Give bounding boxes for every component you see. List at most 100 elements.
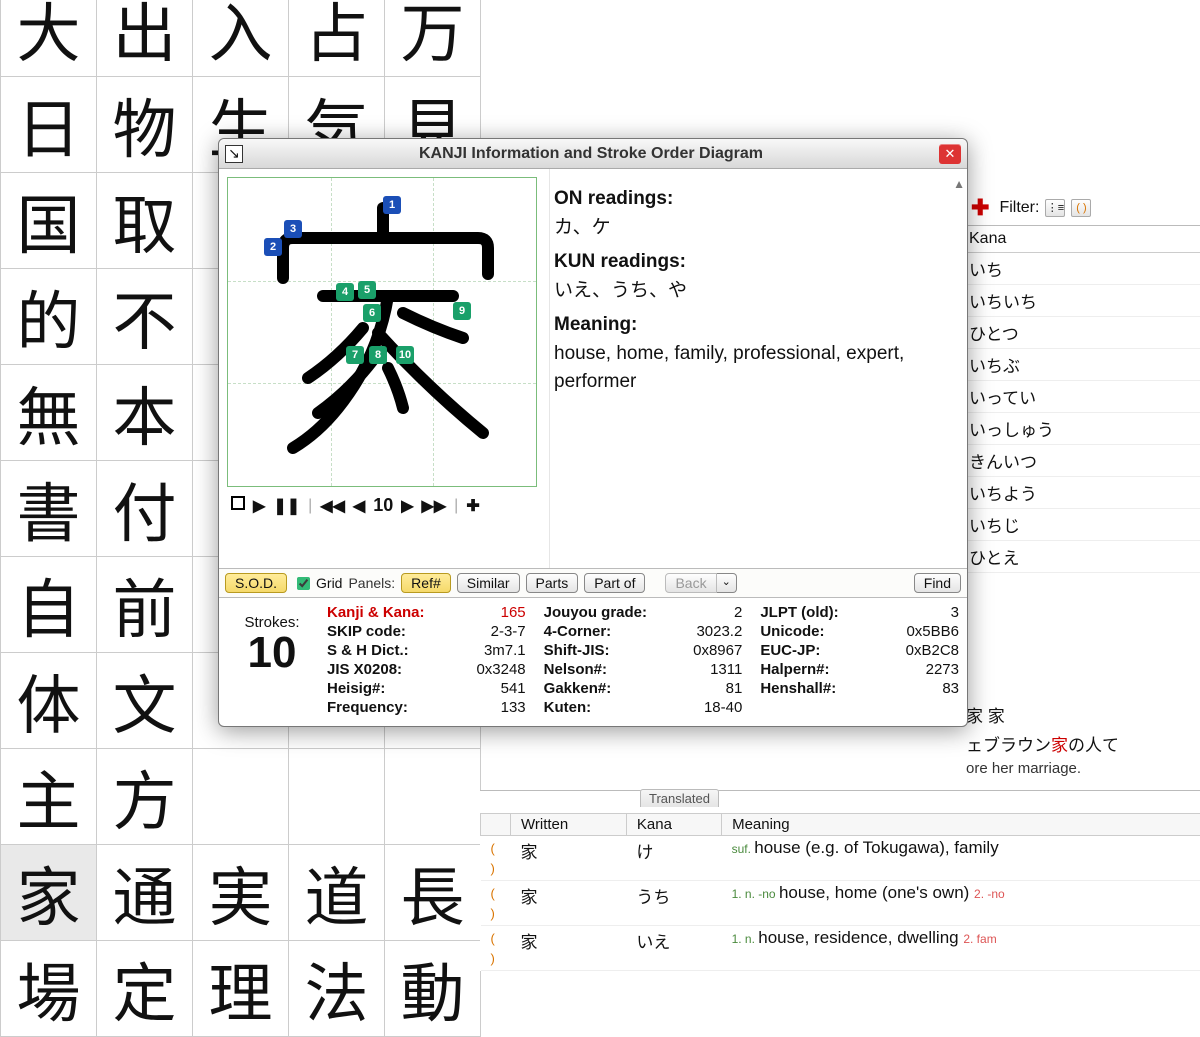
grid-checkbox[interactable]: Grid [293, 574, 342, 593]
kana-list-item[interactable]: いちじ [961, 509, 1200, 541]
kun-readings: いえ、うち、や [554, 277, 957, 306]
filter-toggle-button[interactable]: ( ) [1071, 199, 1091, 217]
stop-button[interactable] [231, 496, 245, 515]
kanji-cell[interactable]: 国 [1, 173, 97, 269]
ffwd-button[interactable]: ▶▶ [422, 496, 447, 516]
tab-translated[interactable]: Translated [640, 789, 719, 807]
next-stroke-button[interactable]: ▶ [401, 496, 413, 516]
kanji-cell[interactable]: 実 [193, 845, 289, 941]
kanji-cell[interactable]: 理 [193, 941, 289, 1037]
add-button[interactable]: ✚ [967, 195, 993, 221]
kanji-cell[interactable]: 方 [97, 749, 193, 845]
kanji-cell[interactable]: 定 [97, 941, 193, 1037]
example-sentence-pre: ェブラウン [966, 736, 1051, 755]
kanji-cell[interactable]: 取 [97, 173, 193, 269]
col-meaning[interactable]: Meaning [722, 814, 1200, 836]
col-kana[interactable]: Kana [626, 814, 721, 836]
cell-meaning: 1. n. -no house, home (one's own) 2. -no [722, 881, 1200, 926]
kana-list-item[interactable]: ひとえ [961, 541, 1200, 573]
kanji-cell[interactable]: 自 [1, 557, 97, 653]
kanji-cell[interactable]: 主 [1, 749, 97, 845]
right-example-pane: 家 家 ェブラウン家の人て ore her marriage. [960, 700, 1200, 779]
kanji-cell[interactable]: 付 [97, 461, 193, 557]
kana-list-item[interactable]: いってい [961, 381, 1200, 413]
kanji-cell[interactable]: 的 [1, 269, 97, 365]
rewind-button[interactable]: ◀◀ [320, 496, 345, 516]
kana-list-item[interactable]: きんいつ [961, 445, 1200, 477]
stroke-number: 2 [264, 238, 282, 256]
stroke-number: 10 [396, 346, 414, 364]
ref-button[interactable]: Ref# [401, 573, 451, 593]
pause-button[interactable]: ❚❚ [273, 496, 300, 516]
kanji-cell[interactable]: 大 [1, 0, 97, 77]
example-translation: ore her marriage. [960, 758, 1200, 779]
stroke-number: 8 [369, 346, 387, 364]
kanji-cell[interactable] [193, 749, 289, 845]
kanji-cell[interactable] [289, 749, 385, 845]
stroke-number: 1 [383, 196, 401, 214]
kanji-cell[interactable]: 日 [1, 77, 97, 173]
kanji-cell[interactable]: 無 [1, 365, 97, 461]
kanji-cell[interactable]: 入 [193, 0, 289, 77]
filter-label: Filter: [999, 199, 1039, 217]
stat-row: Gakken#:81 [544, 680, 743, 697]
scroll-up-icon[interactable]: ▲ [953, 175, 965, 193]
table-row[interactable]: ( )家いえ1. n. house, residence, dwelling 2… [481, 926, 1200, 971]
popout-icon[interactable]: ↘ [225, 145, 243, 163]
kanji-cell[interactable]: 長 [385, 845, 481, 941]
dialog-toolbar: S.O.D. Grid Panels: Ref# Similar Parts P… [219, 569, 967, 598]
stroke-number: 9 [453, 302, 471, 320]
back-dropdown[interactable]: ⌄ [717, 573, 737, 593]
dialog-titlebar[interactable]: ↘ KANJI Information and Stroke Order Dia… [219, 139, 967, 169]
kanji-cell[interactable]: 通 [97, 845, 193, 941]
kana-list-item[interactable]: いちよう [961, 477, 1200, 509]
kana-list-item[interactable]: いちぶ [961, 349, 1200, 381]
close-icon[interactable]: ✕ [939, 144, 961, 164]
kanji-cell[interactable] [385, 749, 481, 845]
back-button[interactable]: Back [665, 573, 716, 593]
zoom-in-button[interactable]: ✚ [466, 496, 479, 516]
sod-button[interactable]: S.O.D. [225, 573, 287, 593]
cell-kana: いえ [626, 926, 721, 971]
kanji-cell[interactable]: 体 [1, 653, 97, 749]
kanji-cell[interactable]: 万 [385, 0, 481, 77]
kanji-cell[interactable]: 家 [1, 845, 97, 941]
partof-button[interactable]: Part of [584, 573, 645, 593]
kanji-cell[interactable]: 動 [385, 941, 481, 1037]
kana-list-item[interactable]: いっしゅう [961, 413, 1200, 445]
col-written[interactable]: Written [511, 814, 627, 836]
stat-row: Unicode:0x5BB6 [760, 623, 959, 640]
similar-button[interactable]: Similar [457, 573, 520, 593]
stats-panel: Strokes: 10 Kanji & Kana:165Jouyou grade… [219, 598, 967, 726]
table-row[interactable]: ( )家けsuf. house (e.g. of Tokugawa), fami… [481, 836, 1200, 881]
results-pane: Translated Written Kana Meaning ( )家けsuf… [480, 790, 1200, 971]
kanji-cell[interactable]: 出 [97, 0, 193, 77]
kanji-cell[interactable]: 書 [1, 461, 97, 557]
kanji-cell[interactable]: 前 [97, 557, 193, 653]
kanji-cell[interactable]: 物 [97, 77, 193, 173]
kanji-info-dialog: ↘ KANJI Information and Stroke Order Dia… [218, 138, 968, 727]
kanji-cell[interactable]: 文 [97, 653, 193, 749]
kanji-cell[interactable]: 場 [1, 941, 97, 1037]
meaning-text: house, home, family, professional, exper… [554, 340, 957, 397]
kana-list-item[interactable]: ひとつ [961, 317, 1200, 349]
kanji-cell[interactable]: 本 [97, 365, 193, 461]
kana-list-item[interactable]: いち [961, 253, 1200, 285]
kanji-cell[interactable]: 占 [289, 0, 385, 77]
play-button[interactable]: ▶ [253, 496, 265, 516]
stat-row: Halpern#:2273 [760, 661, 959, 678]
sod-playback-controls: ▶ ❚❚ | ◀◀ ◀ 10 ▶ ▶▶ | ✚ [227, 493, 541, 518]
table-row[interactable]: ( )家うち1. n. -no house, home (one's own) … [481, 881, 1200, 926]
cell-written: 家 [511, 926, 627, 971]
marker-icon: ( ) [491, 931, 495, 966]
prev-stroke-button[interactable]: ◀ [353, 496, 365, 516]
filter-mode-button[interactable]: ⋮≡ [1045, 199, 1065, 217]
kanji-cell[interactable]: 法 [289, 941, 385, 1037]
parts-button[interactable]: Parts [526, 573, 579, 593]
kana-list-item[interactable]: いちいち [961, 285, 1200, 317]
cell-kana: うち [626, 881, 721, 926]
panels-label: Panels: [348, 575, 395, 591]
kanji-cell[interactable]: 不 [97, 269, 193, 365]
kanji-cell[interactable]: 道 [289, 845, 385, 941]
find-button[interactable]: Find [914, 573, 961, 593]
